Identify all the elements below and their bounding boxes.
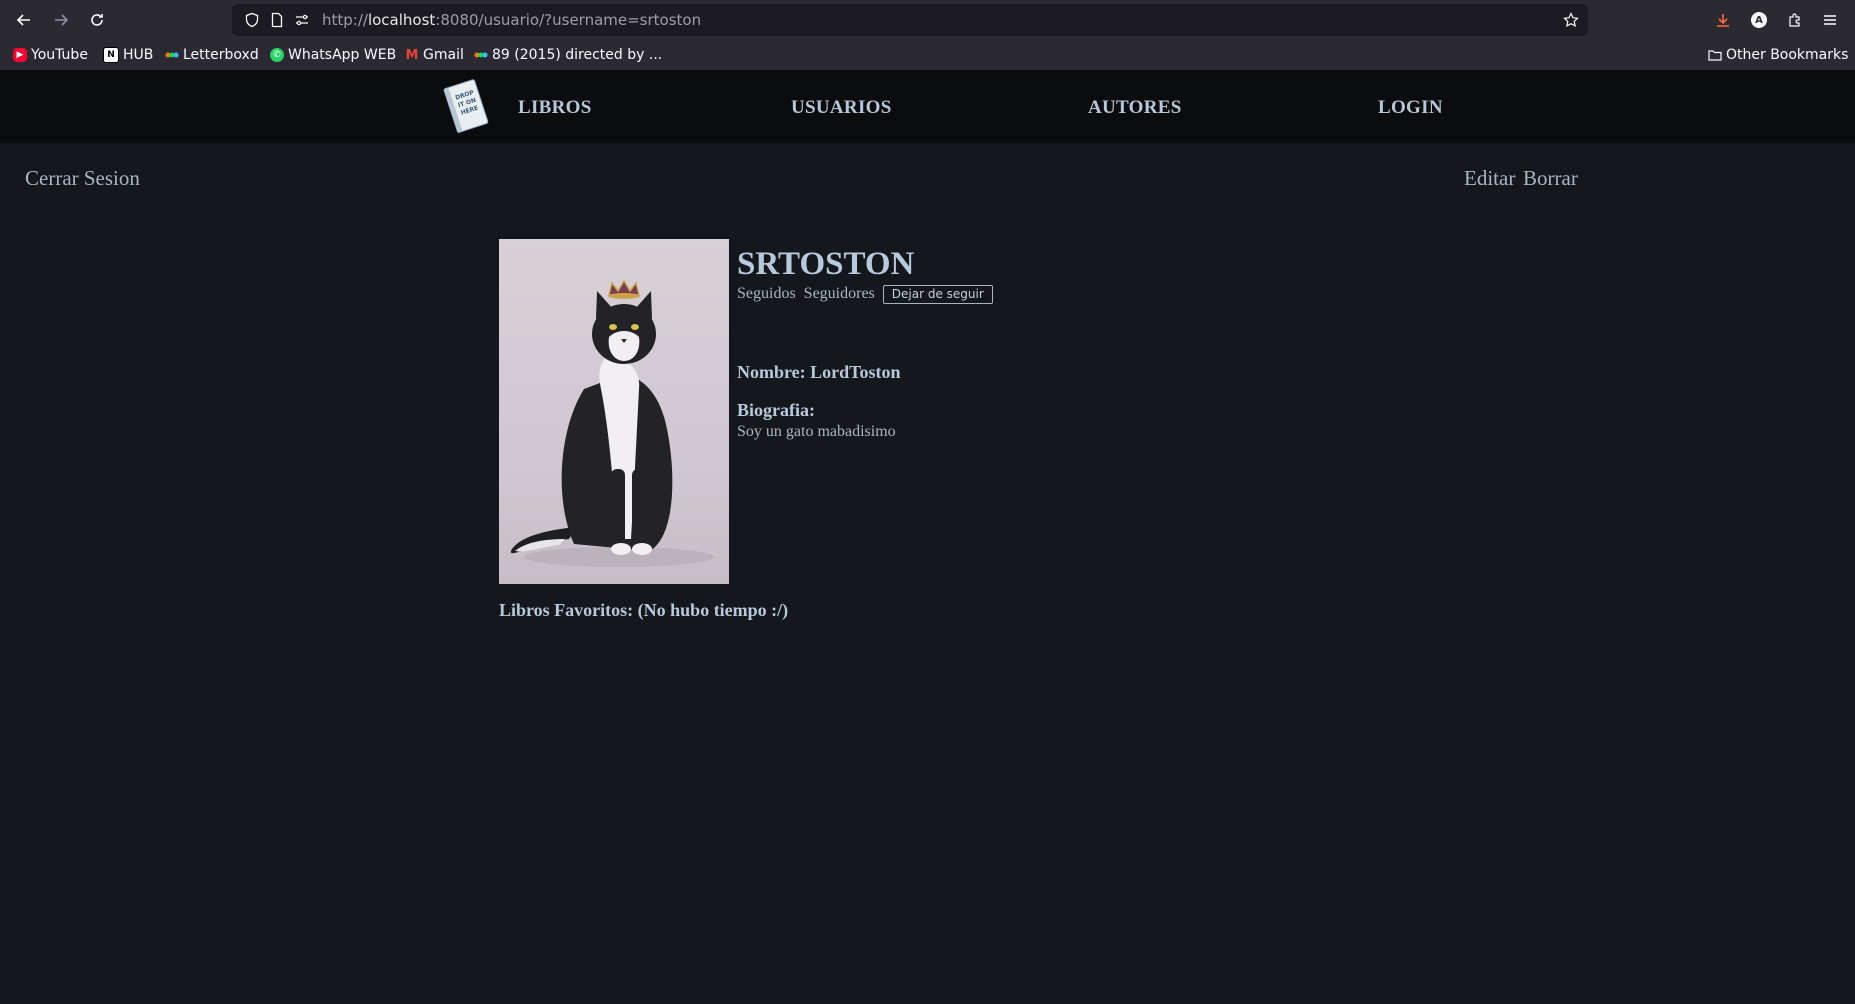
nav-login[interactable]: LOGIN <box>1378 97 1443 119</box>
bookmark-star-icon[interactable] <box>1563 12 1579 28</box>
bookmark-label: HUB <box>123 47 154 63</box>
bookmark-89-film[interactable]: 89 (2015) directed by ... <box>474 40 662 70</box>
folder-icon <box>1708 48 1722 62</box>
bookmark-youtube[interactable]: ▶ YouTube <box>13 40 88 70</box>
letterboxd-icon <box>474 48 488 62</box>
bookmark-label: 89 (2015) directed by ... <box>492 47 663 63</box>
forward-icon[interactable] <box>49 8 73 32</box>
nav-autores[interactable]: AUTORES <box>1088 97 1182 119</box>
bookmark-gmail[interactable]: M Gmail <box>405 40 464 70</box>
shield-icon[interactable] <box>244 12 260 28</box>
url-host: localhost <box>367 11 436 29</box>
profile-photo <box>499 239 729 584</box>
bookmark-label: WhatsApp WEB <box>288 47 397 63</box>
logout-link[interactable]: Cerrar Sesion <box>25 166 140 191</box>
profile-name: Nombre: LordToston <box>737 362 901 382</box>
account-avatar-icon[interactable]: A <box>1749 10 1769 30</box>
followers-link[interactable]: Seguidores <box>804 285 875 303</box>
youtube-icon: ▶ <box>13 48 27 62</box>
url-bar[interactable]: http://localhost:8080/usuario/?username=… <box>232 4 1588 36</box>
delete-link[interactable]: Borrar <box>1523 166 1578 191</box>
back-icon[interactable] <box>12 8 36 32</box>
site-logo[interactable]: DROP IT ON HERE <box>443 77 489 135</box>
profile-username: SRTOSTON <box>737 246 915 282</box>
url-scheme: http:// <box>322 11 368 29</box>
bookmark-label: Gmail <box>423 47 464 63</box>
page-icon[interactable] <box>269 12 285 28</box>
extensions-icon[interactable] <box>1785 10 1805 30</box>
bio-label: Biografia: <box>737 400 815 420</box>
edit-link[interactable]: Editar <box>1464 166 1515 191</box>
nav-libros[interactable]: LIBROS <box>518 97 592 119</box>
permissions-icon[interactable] <box>294 12 310 28</box>
cat-photo <box>510 279 714 567</box>
account-avatar-letter: A <box>1751 12 1767 28</box>
reload-icon[interactable] <box>85 8 109 32</box>
letterboxd-icon <box>165 48 179 62</box>
follow-row: Seguidos Seguidores Dejar de seguir <box>737 284 993 304</box>
bookmark-letterboxd[interactable]: Letterboxd <box>165 40 259 70</box>
bookmark-label: Letterboxd <box>183 47 259 63</box>
nav-usuarios[interactable]: USUARIOS <box>791 97 892 119</box>
bookmark-hub[interactable]: N HUB <box>103 40 153 70</box>
whatsapp-icon: ✆ <box>270 48 284 62</box>
browser-toolbar: http://localhost:8080/usuario/?username=… <box>0 0 1855 40</box>
unfollow-button[interactable]: Dejar de seguir <box>882 284 993 304</box>
favorite-books-heading: Libros Favoritos: (No hubo tiempo :/) <box>499 600 789 620</box>
menu-icon[interactable] <box>1820 10 1840 30</box>
url-path: :8080/usuario/?username=srtoston <box>435 11 702 29</box>
bio-text: Soy un gato mabadisimo <box>737 423 896 440</box>
download-icon[interactable] <box>1713 10 1733 30</box>
gmail-icon: M <box>405 47 419 63</box>
notion-icon: N <box>103 47 119 63</box>
bookmark-whatsapp[interactable]: ✆ WhatsApp WEB <box>270 40 396 70</box>
other-bookmarks-label: Other Bookmarks <box>1726 47 1849 63</box>
site-header: DROP IT ON HERE LIBROS USUARIOS AUTORES … <box>0 71 1855 143</box>
bookmark-label: YouTube <box>31 47 88 63</box>
other-bookmarks[interactable]: Other Bookmarks <box>1708 40 1848 70</box>
bookmarks-bar: ▶ YouTube N HUB Letterboxd ✆ WhatsApp WE… <box>0 40 1855 71</box>
following-link[interactable]: Seguidos <box>737 285 796 303</box>
url-text[interactable]: http://localhost:8080/usuario/?username=… <box>322 4 701 36</box>
